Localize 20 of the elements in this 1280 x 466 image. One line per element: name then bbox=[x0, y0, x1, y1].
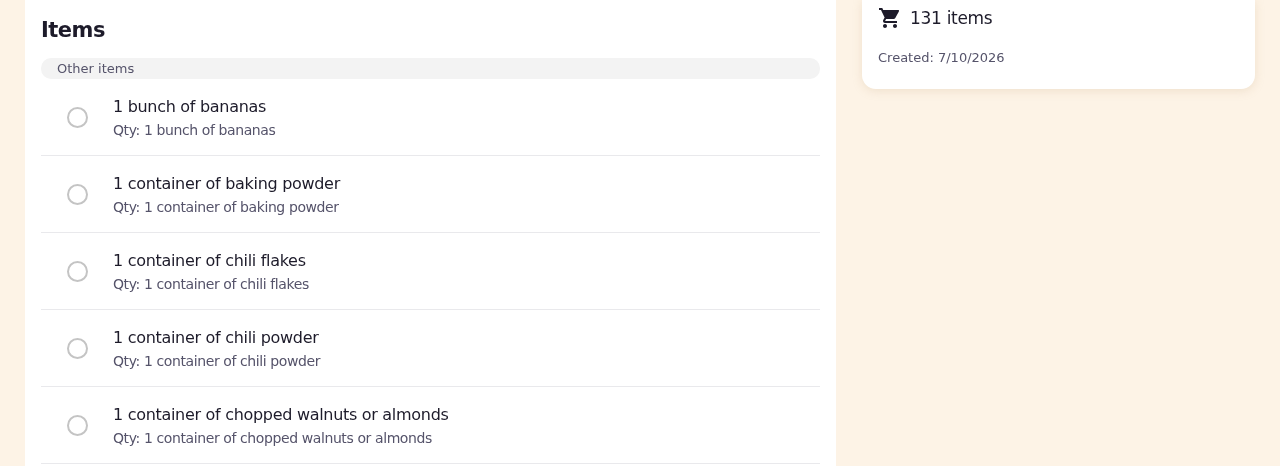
cart-icon bbox=[878, 6, 902, 30]
item-name: 1 container of chili powder bbox=[113, 327, 320, 347]
item-quantity: Qty: 1 container of baking powder bbox=[113, 198, 340, 215]
radio-button[interactable] bbox=[66, 337, 88, 359]
created-date: Created: 7/10/2026 bbox=[878, 50, 1006, 65]
item-quantity: Qty: 1 bunch of bananas bbox=[113, 121, 276, 138]
group-header: Other items bbox=[41, 58, 820, 79]
item-name: 1 bunch of bananas bbox=[113, 96, 268, 116]
item-quantity: Qty: 1 container of chili flakes bbox=[113, 275, 309, 292]
radio-button[interactable] bbox=[66, 414, 88, 436]
item-quantity: Qty: 1 container of chili powder bbox=[113, 352, 321, 369]
item-count: 131 items bbox=[910, 8, 993, 28]
item-name: 1 container of chopped walnuts or almonds bbox=[113, 404, 449, 424]
item-name: 1 container of baking powder bbox=[113, 173, 340, 193]
section-title: Items bbox=[41, 18, 106, 42]
radio-button[interactable] bbox=[66, 106, 88, 128]
radio-button[interactable] bbox=[66, 183, 88, 205]
item-quantity: Qty: 1 container of chopped walnuts or almonds bbox=[113, 429, 433, 446]
item-name: 1 container of chili flakes bbox=[113, 250, 307, 270]
radio-button[interactable] bbox=[66, 260, 88, 282]
